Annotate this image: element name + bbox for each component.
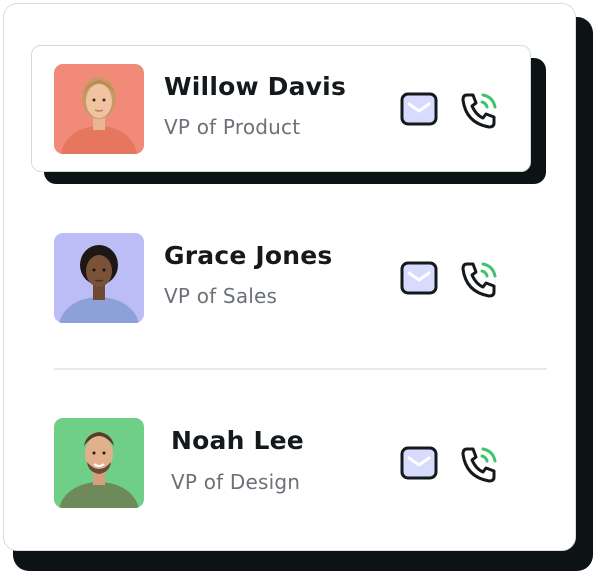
mail-icon[interactable] bbox=[398, 88, 440, 130]
divider bbox=[54, 368, 547, 370]
mail-icon[interactable] bbox=[398, 442, 440, 484]
avatar bbox=[54, 233, 144, 323]
mail-icon[interactable] bbox=[398, 257, 440, 299]
contact-row-noah-lee[interactable]: Noah Lee VP of Design bbox=[0, 0, 593, 508]
contact-name: Noah Lee bbox=[171, 426, 304, 455]
avatar bbox=[54, 418, 144, 508]
contact-role: VP of Design bbox=[171, 470, 301, 494]
phone-call-icon[interactable] bbox=[458, 257, 500, 299]
contact-role: VP of Product bbox=[164, 115, 301, 139]
phone-call-icon[interactable] bbox=[458, 88, 500, 130]
phone-call-icon[interactable] bbox=[458, 442, 500, 484]
contact-name: Grace Jones bbox=[164, 241, 333, 270]
contact-role: VP of Sales bbox=[164, 284, 278, 308]
